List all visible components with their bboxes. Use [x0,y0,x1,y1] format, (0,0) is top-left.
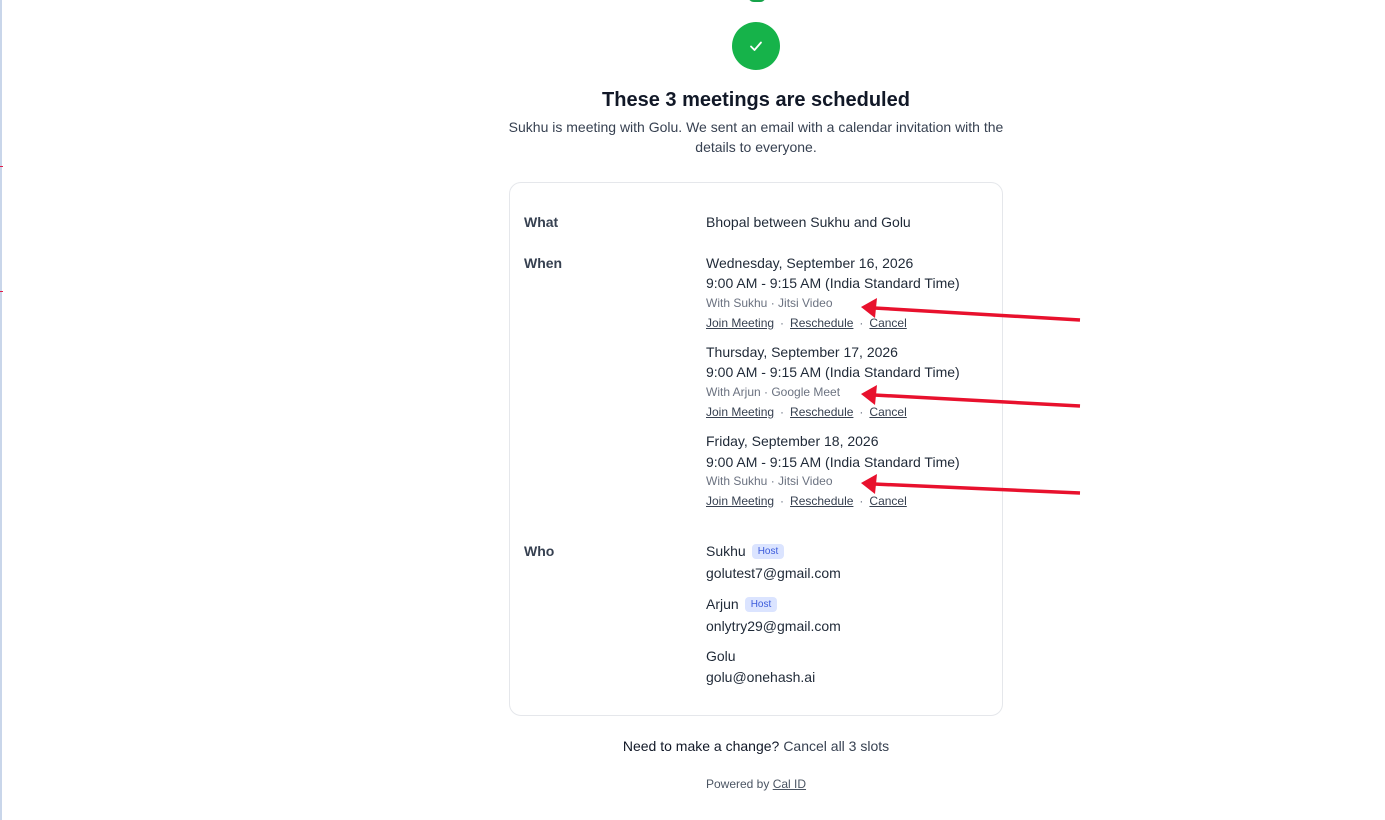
arrow-icon [861,385,1081,408]
annotation-arrows [861,298,1081,495]
arrow-icon [861,298,1081,322]
arrow-icon [861,474,1081,495]
